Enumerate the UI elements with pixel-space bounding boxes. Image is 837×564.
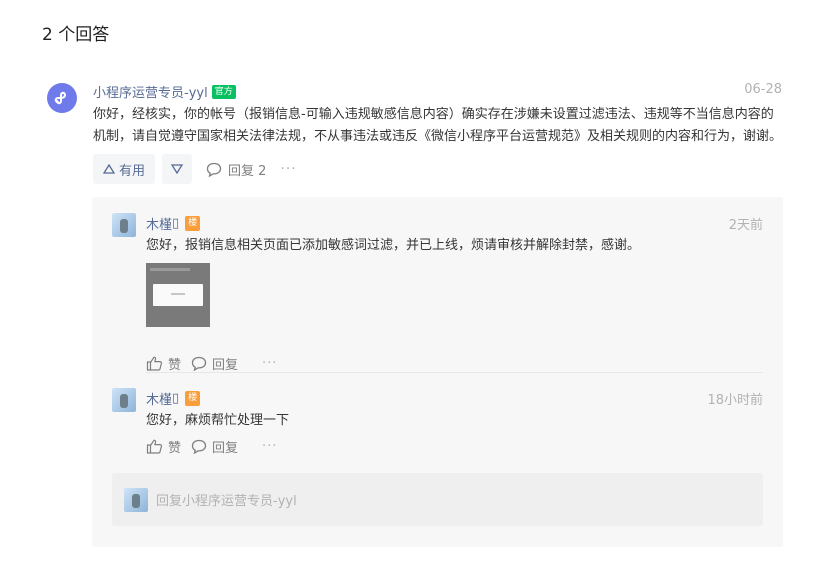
- answer-reply-toggle[interactable]: 回复 2: [206, 160, 266, 179]
- like-button[interactable]: 赞: [146, 354, 181, 373]
- answer-more-button[interactable]: ···: [280, 161, 296, 177]
- reply-input-box[interactable]: 回复小程序运营专员-yyl: [112, 473, 763, 526]
- comment-bubble-icon: [191, 439, 207, 454]
- answers-count-title: 2 个回答: [42, 25, 110, 45]
- reply-label: 回复: [212, 441, 239, 456]
- thumb-up-icon: [146, 356, 163, 371]
- avatar[interactable]: [112, 388, 136, 412]
- reply-actions: 赞 回复 ···: [146, 437, 277, 456]
- reply-author-tail: ▯: [172, 216, 180, 231]
- like-label: 赞: [168, 441, 182, 456]
- avatar[interactable]: [112, 213, 136, 237]
- answer-reply-count: 回复 2: [228, 163, 267, 179]
- reply-time: 2天前: [728, 218, 763, 233]
- divider: [146, 372, 763, 373]
- reply-time: 18小时前: [707, 393, 763, 408]
- replies-panel: 木槿 ▯ 楼 2天前 您好，报销信息相关页面已添加敏感词过滤，并已上线，烦请审核并…: [92, 197, 783, 547]
- reply-author-name[interactable]: 木槿: [146, 389, 172, 408]
- reply-button[interactable]: 回复: [191, 437, 238, 456]
- floor-owner-badge: 楼: [185, 391, 201, 406]
- reply-input-placeholder[interactable]: 回复小程序运营专员-yyl: [156, 490, 297, 509]
- reply-attached-image[interactable]: [146, 263, 210, 327]
- reply-more-button[interactable]: ···: [262, 439, 277, 454]
- reply-text: 您好，报销信息相关页面已添加敏感词过滤，并已上线，烦请审核并解除封禁，感谢。: [146, 238, 641, 253]
- triangle-up-icon: [102, 164, 115, 174]
- thumb-up-icon: [146, 439, 163, 454]
- like-label: 赞: [168, 358, 182, 373]
- floor-owner-badge: 楼: [185, 216, 201, 231]
- triangle-down-icon: [171, 164, 183, 174]
- reply-author[interactable]: 木槿 ▯ 楼: [146, 389, 201, 408]
- comment-bubble-icon: [191, 356, 207, 371]
- answer-author-name[interactable]: 小程序运营专员-yyl: [93, 82, 208, 101]
- like-button[interactable]: 赞: [146, 437, 181, 456]
- comment-bubble-icon: [206, 162, 222, 177]
- official-badge: 官方: [211, 84, 236, 99]
- reply-more-button[interactable]: ···: [262, 356, 277, 371]
- reply-author-tail: ▯: [172, 391, 180, 406]
- useful-label: 有用: [118, 163, 145, 179]
- answer-author[interactable]: 小程序运营专员-yyl 官方: [93, 82, 236, 101]
- answer-body: 你好，经核实，你的帐号（报销信息-可输入违规敏感信息内容）确实存在涉嫌未设置过滤…: [93, 107, 783, 144]
- answer-actions: 有用 回复 2 ···: [93, 154, 297, 184]
- avatar: [124, 488, 148, 512]
- reply-text: 您好，麻烦帮忙处理一下: [146, 413, 290, 428]
- reply-author-name[interactable]: 木槿: [146, 214, 172, 233]
- answer-date: 06-28: [744, 82, 782, 97]
- reply-actions: 赞 回复 ···: [146, 354, 277, 373]
- reply-author[interactable]: 木槿 ▯ 楼: [146, 214, 201, 233]
- useful-button[interactable]: 有用: [93, 154, 155, 184]
- reply-label: 回复: [212, 358, 239, 373]
- reply-button[interactable]: 回复: [191, 354, 238, 373]
- not-useful-button[interactable]: [162, 154, 192, 184]
- mini-program-logo-icon[interactable]: [47, 83, 77, 113]
